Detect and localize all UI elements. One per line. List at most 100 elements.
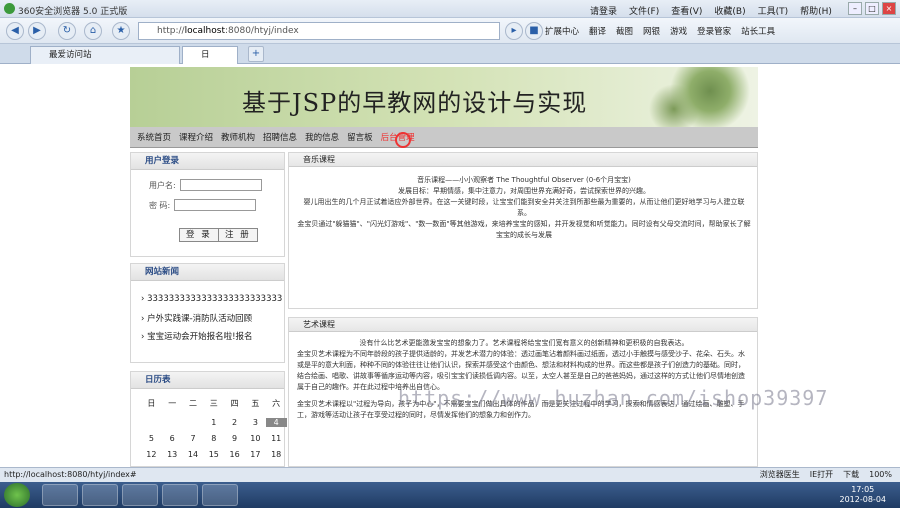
- calendar-day[interactable]: 12: [141, 450, 162, 459]
- taskbar-app-folder-icon[interactable]: [202, 484, 238, 506]
- calendar-day[interactable]: 3: [245, 418, 266, 427]
- toolbar-games[interactable]: 游戏: [670, 25, 687, 37]
- tab-bar: 最爱访问站 日 +: [0, 44, 900, 64]
- taskbar-app-eclipse-icon[interactable]: [122, 484, 158, 506]
- calendar-panel: 日历表 日 一 二 三 四 五 六 1 2 3 4 5 6 7 8 9 10 1…: [130, 371, 287, 467]
- nav-home[interactable]: 系统首页: [137, 131, 171, 143]
- go-icon[interactable]: ▸: [505, 22, 523, 40]
- music-course-text: 音乐课程——小小观察者 The Thoughtful Observer (0-6…: [297, 175, 751, 241]
- art-line: 没有什么比艺术更能激发宝宝的想象力了。艺术课程将给宝宝们宽有意义的创新精神和更积…: [359, 339, 689, 347]
- calendar-day[interactable]: [183, 418, 204, 427]
- calendar-day-today[interactable]: 4: [265, 418, 287, 427]
- calendar-day[interactable]: 5: [141, 434, 162, 443]
- banner-tree-image: [638, 67, 758, 127]
- calendar-day[interactable]: [141, 418, 162, 427]
- password-input[interactable]: [174, 199, 257, 211]
- calendar-day[interactable]: [162, 418, 183, 427]
- status-ie-open[interactable]: IE打开: [810, 468, 833, 482]
- menu-favorites[interactable]: 收藏(B): [714, 4, 745, 17]
- calendar-day[interactable]: 6: [162, 434, 183, 443]
- calendar-day[interactable]: 7: [183, 434, 204, 443]
- status-doctor[interactable]: 浏览器医生: [760, 468, 800, 482]
- home-icon[interactable]: ⌂: [84, 22, 102, 40]
- calendar-day[interactable]: 14: [183, 450, 204, 459]
- password-label: 密 码:: [149, 200, 171, 210]
- nav-messages[interactable]: 留言板: [347, 131, 373, 143]
- login-panel: 用户登录 用户名: 密 码: 登 录 注 册: [130, 152, 285, 257]
- back-icon[interactable]: ◀: [6, 22, 24, 40]
- tab-current[interactable]: 日: [182, 46, 238, 64]
- calendar-day[interactable]: 10: [245, 434, 266, 443]
- calendar-day[interactable]: 11: [266, 434, 287, 443]
- calendar-day[interactable]: 15: [203, 450, 224, 459]
- status-url: http://localhost:8080/htyj/index#: [4, 470, 137, 479]
- toolbar-login-manager[interactable]: 登录管家: [697, 25, 731, 37]
- nav-courses[interactable]: 课程介绍: [179, 131, 213, 143]
- news-item[interactable]: › 户外实践课-消防队活动回顾: [141, 312, 252, 324]
- window-title: 360安全浏览器 5.0 正式版: [18, 7, 128, 17]
- calendar-day[interactable]: 2: [224, 418, 245, 427]
- toolbar-translate[interactable]: 翻译: [589, 25, 606, 37]
- stop-icon[interactable]: ■: [525, 22, 543, 40]
- maximize-icon[interactable]: □: [865, 2, 879, 15]
- address-prefix: http://: [157, 26, 185, 36]
- weekday: 一: [168, 399, 177, 408]
- calendar-panel-title: 日历表: [131, 372, 284, 389]
- nav-teachers[interactable]: 教师机构: [221, 131, 255, 143]
- toolbar-ext-center[interactable]: 扩展中心: [545, 25, 579, 37]
- calendar-day[interactable]: 9: [224, 434, 245, 443]
- favorite-star-icon[interactable]: ★: [112, 22, 130, 40]
- register-button[interactable]: 注 册: [218, 228, 258, 242]
- calendar-day[interactable]: 13: [162, 450, 183, 459]
- calendar-day[interactable]: 16: [224, 450, 245, 459]
- menu-file[interactable]: 文件(F): [629, 4, 659, 17]
- menu-help[interactable]: 帮助(H): [800, 4, 832, 17]
- news-item[interactable]: › 3333333333333333333333333: [141, 294, 282, 304]
- menu-tools[interactable]: 工具(T): [758, 4, 789, 17]
- nav-my-info[interactable]: 我的信息: [305, 131, 339, 143]
- start-button-icon[interactable]: [4, 483, 30, 507]
- address-bar[interactable]: http://localhost:8080/htyj/index: [138, 22, 500, 40]
- calendar-day[interactable]: 18: [266, 450, 287, 459]
- menu-bar: 请登录 文件(F) 查看(V) 收藏(B) 工具(T) 帮助(H): [590, 4, 832, 17]
- news-panel: 网站新闻 › 3333333333333333333333333 › 户外实践课…: [130, 263, 285, 363]
- toolbar-screenshot[interactable]: 截图: [616, 25, 633, 37]
- login-button[interactable]: 登 录: [179, 228, 219, 242]
- refresh-icon[interactable]: ↻: [58, 22, 76, 40]
- site-nav: 系统首页 课程介绍 教师机构 招聘信息 我的信息 留言板 后台管理: [130, 127, 758, 148]
- address-path: :8080/htyj/index: [224, 26, 299, 36]
- taskbar-app-media-icon[interactable]: [162, 484, 198, 506]
- page-viewport: 基于JSP的早教网的设计与实现 系统首页 课程介绍 教师机构 招聘信息 我的信息…: [0, 64, 900, 467]
- address-host: localhost: [184, 26, 225, 36]
- browser-logo-icon: [4, 3, 15, 14]
- forward-icon[interactable]: ▶: [28, 22, 46, 40]
- taskbar-app-ie-icon[interactable]: [82, 484, 118, 506]
- music-line: 发展目标：早期情感，集中注意力，对周围世界充满好奇，尝试探索世界的兴趣。: [398, 187, 650, 195]
- window-controls: – □ ×: [848, 2, 896, 15]
- calendar-day[interactable]: 8: [203, 434, 224, 443]
- tab-favorites[interactable]: 最爱访问站: [30, 46, 180, 64]
- music-line: 音乐课程——小小观察者 The Thoughtful Observer (0-6…: [417, 176, 631, 184]
- banner-title: 基于JSP的早教网的设计与实现: [242, 89, 588, 117]
- toolbar-bank[interactable]: 网银: [643, 25, 660, 37]
- status-zoom[interactable]: 100%: [869, 468, 892, 482]
- calendar-day[interactable]: 1: [203, 418, 224, 427]
- close-icon[interactable]: ×: [882, 2, 896, 15]
- weekday: 三: [209, 399, 218, 408]
- news-item[interactable]: › 宝宝运动会开始报名啦!报名: [141, 330, 253, 342]
- title-bar: 360安全浏览器 5.0 正式版 请登录 文件(F) 查看(V) 收藏(B) 工…: [0, 0, 900, 18]
- taskbar-app-360-icon[interactable]: [42, 484, 78, 506]
- menu-view[interactable]: 查看(V): [671, 4, 702, 17]
- windows-taskbar: 17:05 2012-08-04: [0, 482, 900, 508]
- minimize-icon[interactable]: –: [848, 2, 862, 15]
- new-tab-icon[interactable]: +: [248, 46, 264, 62]
- password-row: 密 码:: [149, 199, 257, 211]
- nav-jobs[interactable]: 招聘信息: [263, 131, 297, 143]
- status-download[interactable]: 下载: [843, 468, 859, 482]
- calendar-day[interactable]: 17: [245, 450, 266, 459]
- login-link[interactable]: 请登录: [590, 4, 617, 17]
- toolbar-webmaster[interactable]: 站长工具: [741, 25, 775, 37]
- mouse-cursor-highlight: [395, 132, 411, 148]
- username-input[interactable]: [179, 179, 262, 191]
- watermark-text: https://www.huzhan.com/ishop39397: [398, 386, 829, 410]
